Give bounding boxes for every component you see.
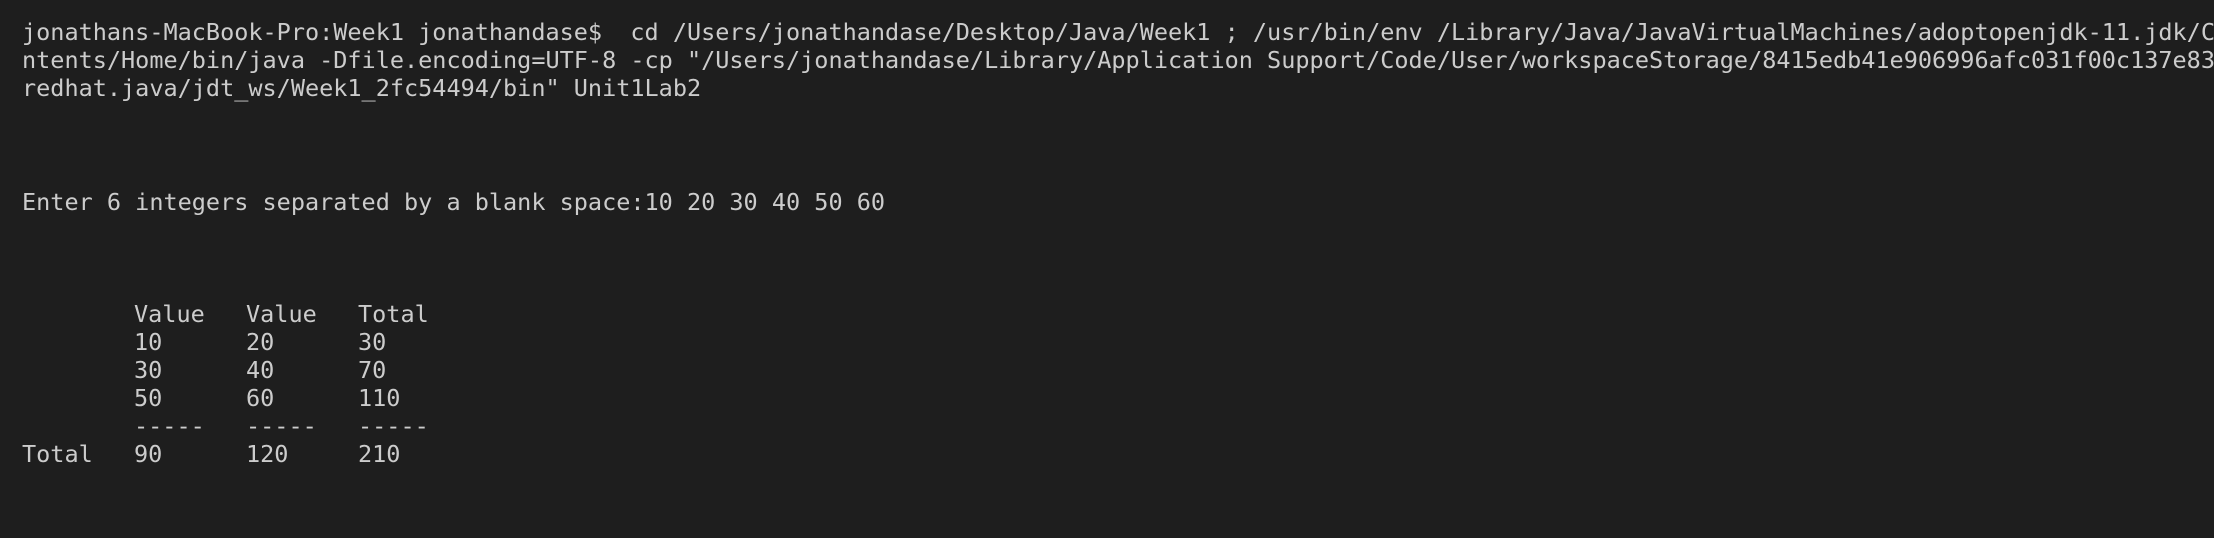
command-line-3: redhat.java/jdt_ws/Week1_2fc54494/bin" U… [22, 74, 702, 102]
total-grand: 210 [358, 440, 401, 468]
table-cell: 10 [134, 328, 163, 356]
table-cell: 20 [246, 328, 275, 356]
table-cell: 70 [358, 356, 387, 384]
total-value-1: 90 [134, 440, 163, 468]
command-line-1: jonathans-MacBook-Pro:Week1 jonathandase… [22, 18, 2214, 46]
table-cell: 60 [246, 384, 275, 412]
separator: ----- [246, 412, 317, 440]
table-cell: 50 [134, 384, 163, 412]
table-cell: 30 [358, 328, 387, 356]
terminal-window[interactable]: jonathans-MacBook-Pro:Week1 jonathandase… [0, 0, 2214, 538]
table-cell: 40 [246, 356, 275, 384]
command-line-2: ntents/Home/bin/java -Dfile.encoding=UTF… [22, 46, 2214, 74]
header-value-1: Value [134, 300, 205, 328]
separator: ----- [358, 412, 429, 440]
header-total: Total [358, 300, 429, 328]
input-prompt-line: Enter 6 integers separated by a blank sp… [22, 188, 886, 216]
header-value-2: Value [246, 300, 317, 328]
total-value-2: 120 [246, 440, 289, 468]
separator: ----- [134, 412, 205, 440]
total-label: Total [22, 440, 93, 468]
table-cell: 30 [134, 356, 163, 384]
table-cell: 110 [358, 384, 401, 412]
